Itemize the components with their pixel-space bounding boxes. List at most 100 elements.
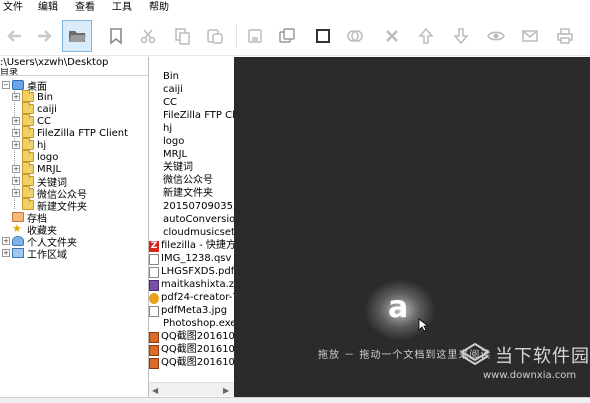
scroll-right-icon[interactable]: ▶	[223, 386, 229, 395]
image-icon	[149, 357, 159, 369]
expand-icon[interactable]: +	[2, 249, 10, 257]
horizontal-scrollbar[interactable]: ◀ ▶	[149, 382, 234, 396]
document-icon	[149, 253, 159, 265]
back-button[interactable]	[0, 20, 30, 52]
move-up-icon	[418, 27, 434, 44]
paste-button[interactable]	[200, 20, 230, 52]
bookmark-button[interactable]	[101, 20, 131, 52]
file-item[interactable]: logo	[163, 136, 184, 148]
expand-icon[interactable]: +	[12, 189, 20, 197]
file-item[interactable]: 关键词	[163, 162, 193, 174]
workspace-icon	[12, 248, 24, 258]
forward-icon	[38, 30, 52, 42]
folder-icon	[22, 126, 34, 138]
expand-icon[interactable]: +	[12, 141, 20, 149]
cut-icon	[140, 29, 156, 44]
forward-button[interactable]	[29, 20, 59, 52]
file-item-label: QQ截图2016101	[161, 357, 234, 368]
copy-button[interactable]	[167, 20, 197, 52]
folder-icon	[22, 162, 34, 174]
file-item[interactable]: Z filezilla - 快捷方式	[149, 240, 234, 252]
toolbar-separator	[236, 24, 237, 48]
view-icon	[487, 31, 505, 41]
file-list: Bin caiji CC FileZilla FTP Clie hj logo …	[149, 68, 234, 398]
expand-icon[interactable]: +	[2, 237, 10, 245]
file-item[interactable]: CC	[163, 97, 177, 109]
expand-icon[interactable]: +	[12, 117, 20, 125]
cut-button[interactable]	[133, 20, 163, 52]
watermark-title: 当下软件园	[495, 346, 590, 367]
tree-item-bin[interactable]: + Bin	[12, 90, 53, 103]
menu-tools[interactable]: 工具	[112, 2, 132, 14]
email-icon	[522, 30, 538, 42]
expand-icon[interactable]: +	[12, 129, 20, 137]
compare-button[interactable]	[340, 20, 370, 52]
tree-item-label: Bin	[37, 91, 53, 103]
menu-file[interactable]: 文件	[3, 2, 23, 14]
file-item[interactable]: cloudmusicsetup	[163, 227, 234, 239]
folder-tree: − 桌面 + Bin caiji + CC + FileZilla FTP Cl…	[0, 79, 148, 379]
file-item-label: pdf24-creator-7	[161, 292, 234, 303]
open-button[interactable]	[62, 20, 92, 52]
view-button[interactable]	[481, 20, 511, 52]
folder-icon	[22, 102, 34, 114]
duplicate-button[interactable]	[272, 20, 302, 52]
folder-icon	[22, 150, 34, 162]
file-item[interactable]: autoConversion	[163, 214, 234, 226]
filezilla-icon: Z	[149, 240, 159, 252]
file-item[interactable]: Photoshop.exe -	[163, 318, 234, 330]
delete-button[interactable]	[377, 20, 407, 52]
zip-archive-icon	[149, 279, 159, 291]
file-item[interactable]: FileZilla FTP Clie	[163, 110, 234, 122]
document-icon	[149, 305, 159, 317]
watermark-logo-icon	[460, 342, 490, 366]
menu-view[interactable]: 查看	[75, 2, 95, 14]
scroll-left-icon[interactable]: ◀	[152, 386, 158, 395]
menu-help[interactable]: 帮助	[149, 2, 169, 14]
file-item[interactable]: QQ截图2016101	[149, 344, 234, 356]
file-item[interactable]: 微信公众号	[163, 175, 213, 187]
file-item[interactable]: pdf24-creator-7	[149, 292, 234, 304]
collapse-icon[interactable]: −	[2, 81, 10, 89]
menu-bar: 文件 编辑 查看 工具 帮助	[0, 0, 590, 16]
file-item[interactable]: QQ截图2016101	[149, 331, 234, 343]
move-down-icon	[453, 28, 469, 45]
toolbar	[0, 16, 590, 56]
tree-item-workspace[interactable]: + 工作区域	[2, 247, 67, 261]
mouse-cursor-icon	[418, 318, 428, 332]
file-item[interactable]: Bin	[163, 71, 179, 83]
image-icon	[149, 344, 159, 356]
file-item[interactable]: pdfMeta3.jpg	[149, 305, 227, 317]
save-button[interactable]	[240, 20, 270, 52]
file-item[interactable]: 新建文件夹	[163, 188, 213, 200]
crop-button[interactable]	[308, 20, 338, 52]
folder-icon	[22, 114, 34, 126]
file-item-label: LHGSFXDS.pdf	[161, 266, 234, 277]
file-item[interactable]: QQ截图2016101	[149, 357, 234, 369]
expand-icon[interactable]: +	[12, 177, 20, 185]
tree-item-label: hj	[37, 139, 47, 151]
email-button[interactable]	[515, 20, 545, 52]
expand-icon[interactable]: +	[12, 93, 20, 101]
file-item[interactable]: caiji	[163, 84, 183, 96]
save-icon	[248, 29, 262, 43]
file-item[interactable]: MRJL	[163, 149, 187, 161]
tree-item-label: caiji	[37, 103, 57, 115]
file-item[interactable]: hj	[163, 123, 172, 135]
tree-item-label: 工作区域	[27, 249, 67, 261]
menu-edit[interactable]: 编辑	[38, 2, 58, 14]
move-up-button[interactable]	[411, 20, 441, 52]
tree-item-cc[interactable]: + CC	[12, 114, 51, 127]
expand-icon[interactable]: +	[12, 165, 20, 173]
status-bar	[0, 397, 590, 403]
move-down-button[interactable]	[446, 20, 476, 52]
star-icon: ★	[12, 222, 22, 235]
file-item[interactable]: maitkashixta.zip	[149, 279, 234, 291]
file-item[interactable]: LHGSFXDS.pdf	[149, 266, 234, 278]
file-item-label: QQ截图2016101	[161, 331, 234, 342]
watermark-url: www.downxia.com	[483, 370, 577, 381]
file-item[interactable]: IMG_1238.qsv	[149, 253, 231, 265]
print-button[interactable]	[550, 20, 580, 52]
file-item[interactable]: 2015070903550	[163, 201, 234, 213]
file-item-label: filezilla - 快捷方式	[161, 240, 234, 251]
